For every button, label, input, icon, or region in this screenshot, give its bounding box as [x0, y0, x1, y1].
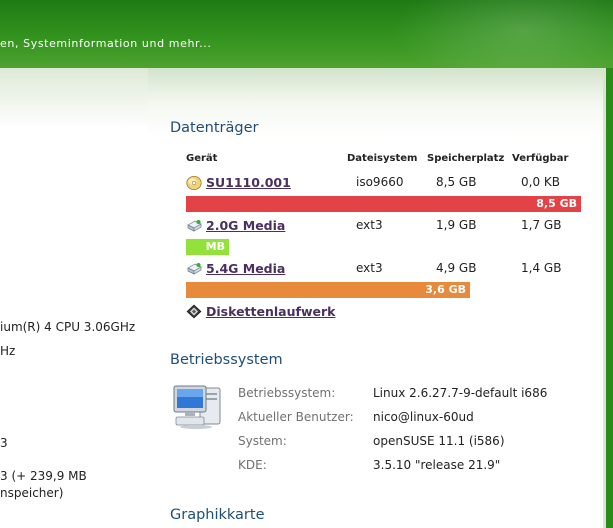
graphics-section-title: Graphikkarte: [170, 507, 265, 523]
drive-size: 1,9 GB: [436, 218, 477, 232]
drive-link-5g-media[interactable]: 5.4G Media: [206, 261, 285, 276]
usb-drive-icon: [187, 263, 202, 275]
os-section-title: Betriebssystem: [170, 352, 283, 368]
drive-filesystem: ext3: [356, 261, 383, 275]
header-shine: [393, 0, 613, 68]
left-memory-text-2: nspeicher): [0, 486, 64, 500]
system-label: System:: [238, 434, 287, 448]
app-header: en, Systeminformation und mehr...: [0, 0, 613, 68]
user-value: nico@linux-60ud: [373, 410, 474, 424]
usage-bar-su1110: 8,5 GB: [186, 196, 581, 212]
drive-size: 8,5 GB: [436, 175, 477, 189]
floppy-icon: [186, 304, 202, 319]
kde-value: 3.5.10 "release 21.9": [373, 458, 501, 472]
left-cpu-text: ium(R) 4 CPU 3.06GHz: [0, 320, 136, 334]
left-column: ium(R) 4 CPU 3.06GHz Hz 3 3 (+ 239,9 MB …: [0, 68, 148, 528]
drive-available: 1,4 GB: [521, 261, 562, 275]
os-value: Linux 2.6.27.7-9-default i686: [373, 386, 548, 400]
col-header-device: Gerät: [186, 153, 218, 164]
left-text: 3: [0, 436, 8, 450]
header-tagline: en, Systeminformation und mehr...: [0, 37, 212, 50]
col-header-available: Verfügbar: [512, 153, 569, 164]
system-value: openSUSE 11.1 (i586): [373, 434, 505, 448]
cd-icon: [186, 176, 202, 190]
usage-bar-5g-media: 3,6 GB: [186, 282, 470, 298]
drive-filesystem: ext3: [356, 218, 383, 232]
drive-size: 4,9 GB: [436, 261, 477, 275]
os-label: Betriebssystem:: [238, 386, 336, 400]
left-memory-text: 3 (+ 239,9 MB: [0, 469, 87, 483]
drive-link-2g-media[interactable]: 2.0G Media: [206, 218, 285, 233]
user-label: Aktueller Benutzer:: [238, 410, 354, 424]
drive-filesystem: iso9660: [356, 175, 404, 189]
col-header-filesystem: Dateisystem: [347, 153, 418, 164]
left-clock-text: Hz: [0, 344, 16, 358]
drive-link-floppy[interactable]: Diskettenlaufwerk: [206, 304, 335, 319]
drive-available: 1,7 GB: [521, 218, 562, 232]
right-edge: [603, 68, 613, 528]
drive-link-su1110[interactable]: SU1110.001: [206, 175, 291, 190]
usage-bar-2g-media: MB: [186, 239, 229, 255]
col-header-size: Speicherplatz: [427, 153, 505, 164]
drive-available: 0,0 KB: [521, 175, 560, 189]
kde-label: KDE:: [238, 458, 267, 472]
computer-icon: [173, 385, 221, 429]
drives-section-title: Datenträger: [170, 120, 259, 136]
usb-drive-icon: [187, 220, 202, 232]
